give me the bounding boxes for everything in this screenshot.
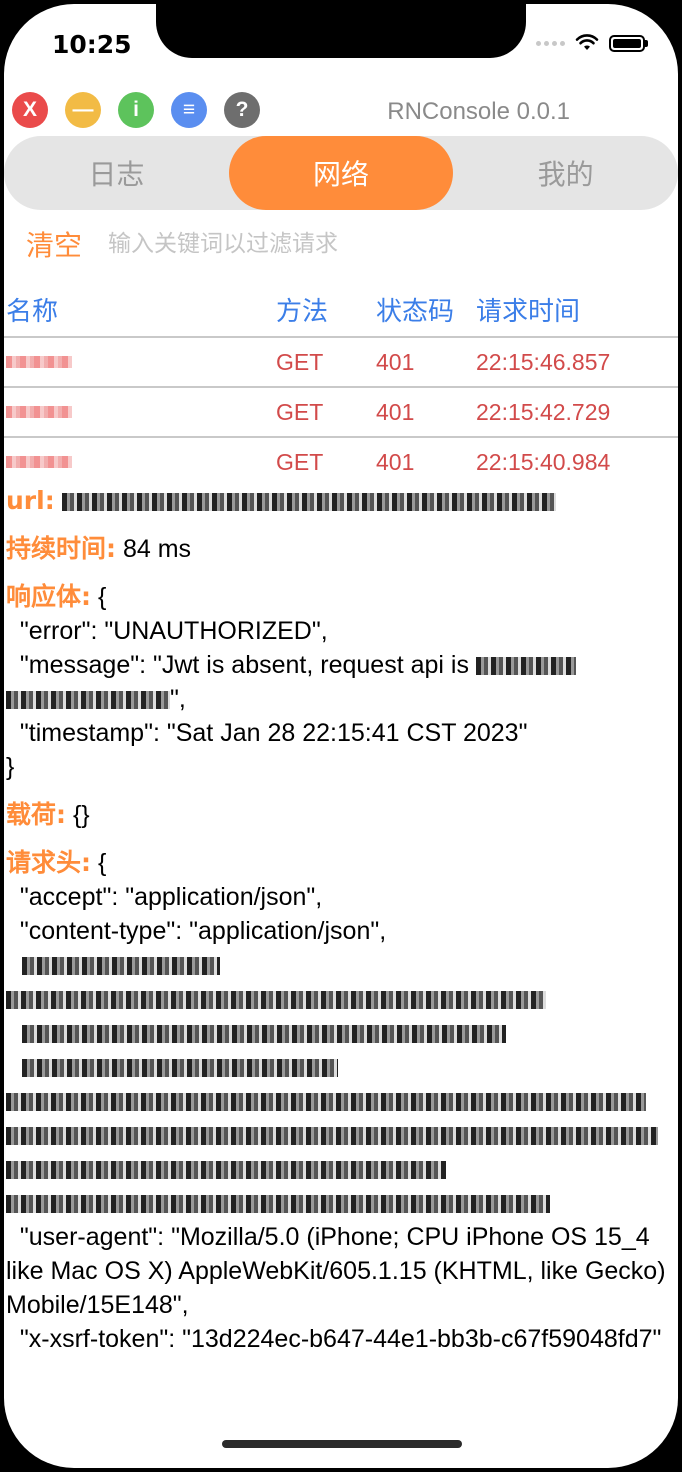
table-row[interactable]: GET 401 22:15:46.857: [4, 336, 678, 386]
response-line: "message": "Jwt is absent, request api i…: [6, 651, 476, 679]
minimize-button[interactable]: —: [65, 92, 101, 128]
request-time: 22:15:42.729: [476, 398, 611, 425]
redacted-header-line: [6, 1186, 676, 1220]
duration-section: 持续时间: 84 ms: [6, 532, 676, 566]
battery-icon: [609, 34, 648, 52]
response-section: 响应体: { "error": "UNAUTHORIZED", "message…: [6, 580, 676, 784]
redacted-api: [475, 657, 576, 676]
response-line: "error": "UNAUTHORIZED",: [6, 617, 328, 645]
request-name: [4, 456, 276, 468]
duration-label: 持续时间:: [6, 534, 116, 563]
help-button[interactable]: ?: [224, 92, 260, 128]
table-row[interactable]: GET 401 22:15:42.729: [4, 386, 678, 436]
filter-input[interactable]: [106, 230, 611, 258]
tab-bar: 日志 网络 我的: [4, 136, 678, 210]
payload-section: 载荷: {}: [6, 798, 676, 832]
payload-value: {}: [72, 801, 90, 829]
console-toolbar: X — i ≡ ?: [12, 92, 260, 128]
headers-label: 请求头:: [6, 848, 91, 877]
request-method: GET: [276, 348, 324, 375]
header-line: "user-agent": "Mozilla/5.0 (iPhone; CPU …: [6, 1223, 673, 1319]
tab-network[interactable]: 网络: [228, 136, 454, 210]
signal-icon: [536, 40, 565, 46]
redacted-header-line: [6, 1016, 676, 1050]
wifi-icon: [575, 34, 599, 50]
redacted-header-line: [6, 1084, 676, 1118]
status-indicators: [536, 34, 648, 52]
request-time: 22:15:46.857: [476, 348, 611, 375]
screen: 10:25 X — i ≡ ? RNConsole 0.0.1 日志 网络 我的: [4, 4, 678, 1468]
url-label: url:: [6, 486, 55, 515]
request-status: 401: [376, 348, 415, 375]
menu-button[interactable]: ≡: [171, 92, 207, 128]
tab-mine[interactable]: 我的: [453, 136, 678, 210]
app-title: RNConsole 0.0.1: [387, 98, 570, 125]
response-line-tail: ",: [170, 685, 186, 713]
header-line: "x-xsrf-token": "13d224ec-b647-44e1-bb3b…: [6, 1325, 662, 1353]
header-line: "accept": "application/json",: [6, 883, 323, 911]
url-section: url:: [6, 484, 676, 518]
request-status: 401: [376, 398, 415, 425]
header-name: 名称: [6, 296, 59, 327]
request-name: [4, 406, 276, 418]
request-list: GET 401 22:15:46.857 GET 401 22:15:42.72…: [4, 336, 678, 486]
filter-bar: 清空: [4, 216, 678, 272]
headers-section: 请求头: { "accept": "application/json", "co…: [6, 846, 676, 1356]
clear-button[interactable]: 清空: [26, 224, 82, 264]
tab-log[interactable]: 日志: [4, 136, 229, 210]
header-line: "content-type": "application/json",: [6, 917, 387, 945]
home-indicator: [222, 1440, 462, 1448]
table-header: 名称 方法 状态码 请求时间: [4, 284, 678, 334]
redacted-header-line: [6, 948, 676, 982]
request-method: GET: [276, 398, 324, 425]
info-button[interactable]: i: [118, 92, 154, 128]
notch: [156, 4, 526, 58]
close-button[interactable]: X: [12, 92, 48, 128]
request-method: GET: [276, 448, 324, 475]
header-status: 状态码: [376, 296, 455, 327]
device-frame: 10:25 X — i ≡ ? RNConsole 0.0.1 日志 网络 我的: [0, 0, 682, 1472]
duration-value: 84 ms: [122, 535, 192, 563]
response-open: {: [97, 583, 107, 611]
response-line: "timestamp": "Sat Jan 28 22:15:41 CST 20…: [6, 719, 528, 747]
redacted-header-line: [6, 1050, 676, 1084]
request-time: 22:15:40.984: [476, 448, 611, 475]
request-status: 401: [376, 448, 415, 475]
headers-open: {: [97, 849, 107, 877]
payload-label: 载荷:: [6, 800, 66, 829]
table-row[interactable]: GET 401 22:15:40.984: [4, 436, 678, 486]
redacted-header-line: [6, 982, 676, 1016]
response-line: }: [6, 753, 15, 781]
status-time: 10:25: [52, 30, 132, 59]
header-time: 请求时间: [476, 296, 581, 327]
redacted-api: [6, 691, 170, 710]
response-label: 响应体:: [6, 582, 91, 611]
request-name: [4, 356, 276, 368]
redacted-url: [61, 493, 556, 512]
redacted-header-line: [6, 1118, 676, 1152]
header-method: 方法: [276, 296, 329, 327]
request-detail: url: 持续时间: 84 ms 响应体: { "error": "UNAUTH…: [6, 484, 676, 1370]
redacted-header-line: [6, 1152, 676, 1186]
